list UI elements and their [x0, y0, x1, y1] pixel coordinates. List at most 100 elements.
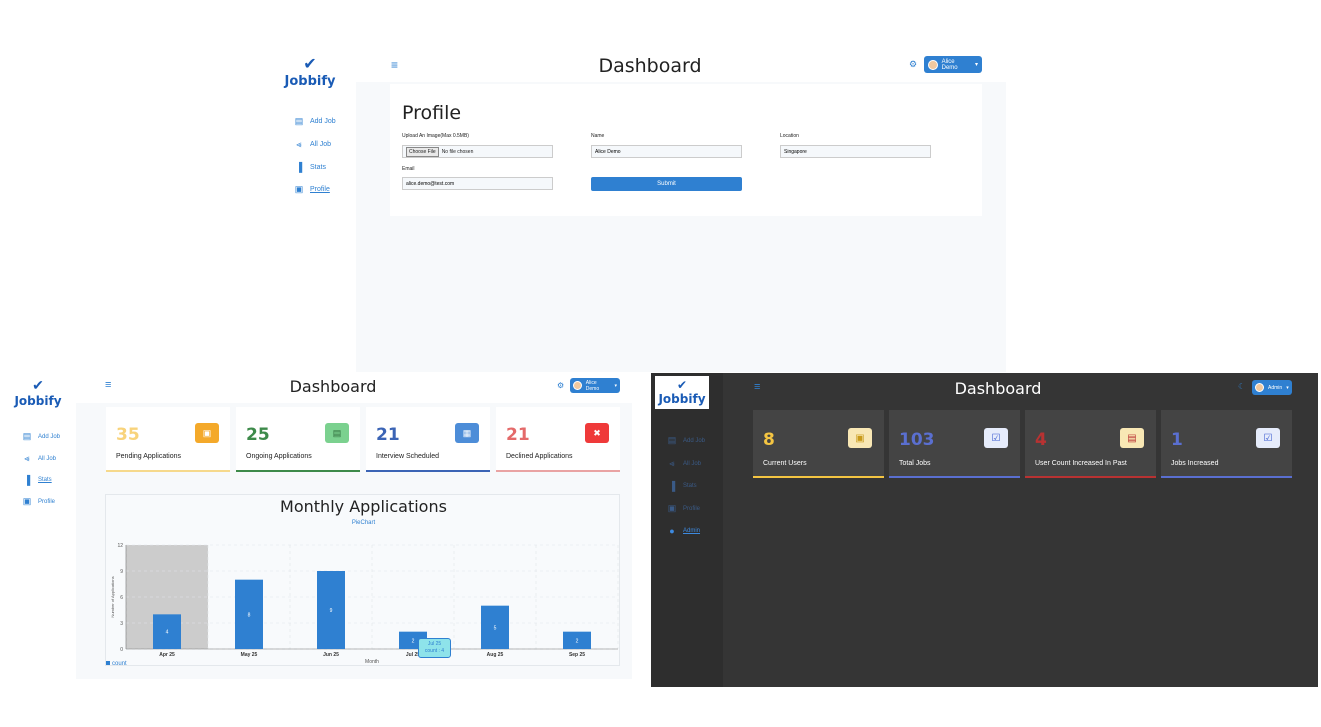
stat-card-interview: 21 ▦ Interview Scheduled: [366, 407, 490, 472]
menu-toggle-icon[interactable]: ≡: [391, 58, 398, 72]
sidebar-item-stats[interactable]: ▐ Stats: [667, 481, 705, 491]
menu-toggle-icon[interactable]: ≡: [105, 379, 111, 391]
theme-toggle-icon[interactable]: ⚙: [557, 381, 564, 390]
bar-value-label: 2: [576, 638, 579, 644]
add-job-icon: ▤: [667, 435, 677, 445]
name-field[interactable]: [591, 145, 742, 158]
logo-text: Jobbify: [658, 392, 706, 406]
submit-button[interactable]: Submit: [591, 177, 742, 191]
sidebar-label: Stats: [310, 163, 326, 171]
tooltip-title: Jul 25: [427, 641, 442, 647]
all-job-icon: ⪡: [24, 453, 30, 463]
user-name: Alice Demo: [585, 379, 600, 392]
sidebar-label: Admin: [683, 528, 701, 534]
sidebar-item-all-job[interactable]: ⪡ All Job: [667, 458, 705, 469]
stat-count: 21: [506, 425, 530, 445]
logo[interactable]: ✔ Jobbify: [655, 376, 709, 409]
admin-card-user-increase: 4 ▤ User Count Increased In Past: [1025, 410, 1156, 478]
chart-type-toggle[interactable]: PieChart: [106, 520, 621, 526]
file-input[interactable]: Choose File No file chosen: [402, 145, 553, 158]
stat-label: Total Jobs: [899, 460, 931, 467]
all-job-icon: ⪡: [296, 139, 302, 149]
sidebar-item-profile[interactable]: ▣ Profile: [22, 496, 60, 507]
sidebar-label: Add Job: [683, 437, 706, 444]
bar-value-label: 8: [248, 612, 251, 618]
sidebar-item-profile[interactable]: ▣ Profile: [294, 184, 336, 195]
calendar-check-icon: ☑: [1256, 428, 1280, 448]
y-tick-label: 12: [117, 543, 123, 549]
sidebar-label: Profile: [683, 505, 701, 512]
user-menu-button[interactable]: Alice Demo ▾: [570, 378, 620, 393]
user-menu-button[interactable]: Alice Demo ▾: [924, 56, 982, 73]
sidebar-label: Add Job: [38, 433, 61, 440]
sidebar-item-stats[interactable]: ▐ Stats: [22, 475, 60, 485]
sidebar-item-all-job[interactable]: ⪡ All Job: [294, 139, 336, 150]
sidebar-label: Add Job: [310, 118, 336, 125]
sidebar-item-add-job[interactable]: ▤ Add Job: [667, 435, 705, 446]
user-name: Admin: [1268, 384, 1283, 391]
legend-swatch: [106, 661, 110, 665]
chart-card: Monthly Applications PieChart 0 3 6 9 12 4 Apr…: [105, 494, 620, 666]
sidebar-item-profile[interactable]: ▣ Profile: [667, 503, 705, 514]
sidebar-label: Stats: [38, 477, 52, 483]
stat-label: Interview Scheduled: [376, 453, 440, 460]
logo-text: Jobbify: [14, 394, 62, 408]
schedule-icon: ▦: [455, 423, 479, 443]
stat-label: Jobs Increased: [1171, 460, 1219, 467]
all-job-icon: ⪡: [669, 458, 675, 468]
bar-value-label: 5: [494, 625, 497, 631]
upload-label: Upload An Image(Max 0.5MB): [402, 133, 469, 139]
sidebar-label: All Job: [683, 460, 702, 467]
y-tick-label: 3: [120, 621, 123, 627]
tooltip-value: count : 4: [424, 648, 445, 654]
sidebar-item-add-job[interactable]: ▤ Add Job: [22, 431, 60, 442]
add-job-icon: ▤: [294, 116, 304, 126]
sidebar-item-add-job[interactable]: ▤ Add Job: [294, 116, 336, 127]
y-tick-label: 9: [120, 569, 123, 575]
stat-count: 103: [899, 430, 935, 450]
stat-label: Declined Applications: [506, 453, 573, 460]
stat-count: 4: [1035, 430, 1047, 450]
profile-heading: Profile: [402, 102, 462, 124]
user-menu-button[interactable]: Admin ▾: [1252, 380, 1292, 395]
choose-file-button[interactable]: Choose File: [406, 146, 439, 157]
email-field[interactable]: [402, 177, 553, 190]
bar-value-label: 4: [166, 630, 169, 636]
bar-value-label: 2: [412, 638, 415, 644]
y-tick-label: 0: [120, 647, 123, 653]
sidebar-label: All Job: [38, 455, 57, 462]
stat-card-ongoing: 25 ▤ Ongoing Applications: [236, 407, 360, 472]
sidebar-label: Profile: [310, 186, 330, 193]
profile-icon: ▣: [294, 184, 304, 194]
calendar-check-icon: ☑: [984, 428, 1008, 448]
menu-toggle-icon[interactable]: ≡: [754, 381, 760, 393]
x-tick-label: May 25: [241, 652, 258, 658]
moon-icon[interactable]: ☾: [1238, 382, 1245, 391]
bar-value-label: 9: [330, 608, 333, 614]
sidebar-item-all-job[interactable]: ⪡ All Job: [22, 453, 60, 464]
stats-icon: ▐: [668, 481, 676, 491]
logo[interactable]: ✔ Jobbify: [280, 54, 340, 89]
admin-card-total-jobs: 103 ☑ Total Jobs: [889, 410, 1020, 478]
stat-card-declined: 21 ✖ Declined Applications: [496, 407, 620, 472]
x-tick-label: Sep 25: [569, 652, 585, 658]
stat-label: Pending Applications: [116, 453, 181, 460]
theme-toggle-icon[interactable]: ⚙: [909, 59, 917, 70]
briefcase-icon: ▣: [848, 428, 872, 448]
logo-icon: ✔: [32, 377, 44, 393]
admin-card-users: 8 ▣ Current Users: [753, 410, 884, 478]
sidebar-item-admin[interactable]: ● Admin: [667, 526, 705, 536]
page-title: Dashboard: [289, 377, 377, 396]
location-field[interactable]: [780, 145, 931, 158]
sidebar: ▤ Add Job ⪡ All Job ▐ Stats ▣ Profile: [22, 431, 60, 507]
sidebar-item-stats[interactable]: ▐ Stats: [294, 162, 336, 172]
sidebar-label: Profile: [38, 498, 56, 505]
x-tick-label: Apr 25: [159, 652, 175, 658]
logo[interactable]: ✔ Jobbify: [8, 377, 68, 408]
stat-count: 35: [116, 425, 140, 445]
stat-card-pending: 35 ▣ Pending Applications: [106, 407, 230, 472]
stat-count: 8: [763, 430, 775, 450]
calendar-icon: ▤: [325, 423, 349, 443]
stat-count: 1: [1171, 430, 1183, 450]
caret-down-icon: ▾: [614, 382, 617, 389]
